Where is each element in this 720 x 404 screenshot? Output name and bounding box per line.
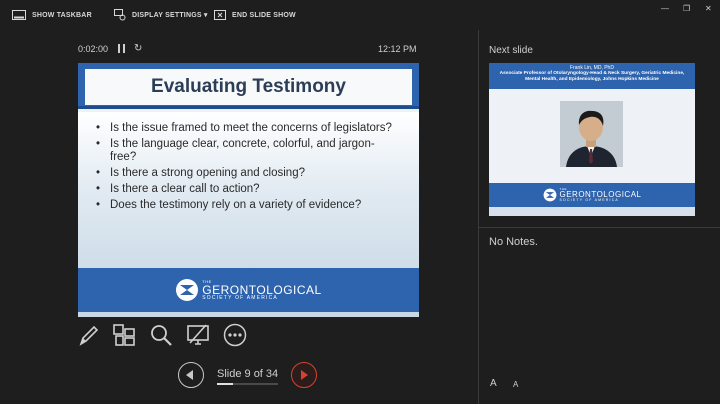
- pen-tool-button[interactable]: [77, 323, 101, 347]
- decrease-font-button[interactable]: A: [513, 380, 518, 389]
- speaker-notes: No Notes.: [489, 236, 538, 248]
- grid-icon: [113, 324, 135, 346]
- next-slide-logo-bar: THE GERONTOLOGICAL SOCIETY OF AMERICA: [489, 183, 695, 207]
- gsa-emblem-icon: [176, 279, 199, 301]
- minimize-button[interactable]: —: [661, 4, 669, 13]
- slide-progress-fill: [217, 383, 234, 385]
- elapsed-timer: 0:02:00: [78, 44, 109, 54]
- pen-icon: [79, 325, 99, 346]
- show-taskbar-label: SHOW TASKBAR: [32, 11, 92, 19]
- bullet-item: Is the language clear, concrete, colorfu…: [96, 138, 396, 164]
- taskbar-icon: [12, 10, 26, 20]
- slide-title: Evaluating Testimony: [85, 69, 412, 105]
- magnifier-icon: [151, 325, 172, 346]
- notes-divider: [479, 227, 720, 228]
- reset-timer-icon[interactable]: ↻: [134, 43, 142, 54]
- speaker-photo: [560, 101, 623, 167]
- bullet-item: Is there a clear call to action?: [96, 183, 396, 196]
- current-slide[interactable]: Evaluating Testimony Is the issue framed…: [78, 63, 419, 317]
- more-options-button[interactable]: [223, 323, 247, 347]
- gsa-logo-sub: SOCIETY OF AMERICA: [559, 197, 619, 202]
- ellipsis-icon: [223, 323, 247, 347]
- slide-body: Is the issue framed to meet the concerns…: [78, 112, 419, 268]
- next-slide-bottom-strip: [489, 207, 695, 216]
- panel-divider: [478, 30, 479, 404]
- slide-footer: THE GERONTOLOGICAL SOCIETY OF AMERICA: [78, 268, 419, 312]
- bullet-item: Is there a strong opening and closing?: [96, 167, 396, 180]
- end-slide-show-label: END SLIDE SHOW: [232, 11, 296, 19]
- speaker-title: Associate Professor of Otolaryngology-He…: [499, 71, 685, 82]
- close-button[interactable]: ✕: [705, 4, 712, 13]
- gsa-logo: THE GERONTOLOGICAL SOCIETY OF AMERICA: [175, 278, 321, 302]
- bullet-list: Is the issue framed to meet the concerns…: [96, 122, 396, 215]
- next-slide-preview[interactable]: Frank Lin, MD, PhD Associate Professor o…: [489, 63, 695, 216]
- end-slide-show-button[interactable]: END SLIDE SHOW: [214, 8, 296, 22]
- show-taskbar-button[interactable]: SHOW TASKBAR: [12, 8, 92, 22]
- restore-button[interactable]: ❐: [683, 4, 690, 13]
- next-slide-header: Frank Lin, MD, PhD Associate Professor o…: [489, 63, 695, 89]
- display-settings-button[interactable]: DISPLAY SETTINGS ▾: [114, 8, 208, 22]
- pause-timer-icon[interactable]: [118, 44, 126, 53]
- increase-font-button[interactable]: A: [490, 378, 497, 389]
- bullet-item: Is the issue framed to meet the concerns…: [96, 122, 396, 135]
- next-slide-button[interactable]: [291, 362, 317, 388]
- black-screen-button[interactable]: [186, 323, 210, 347]
- clock-time: 12:12 PM: [378, 44, 417, 54]
- speaker-photo-image: [560, 101, 623, 167]
- gsa-logo: THE GERONTOLOGICAL SOCIETY OF AMERICA: [543, 187, 642, 203]
- display-settings-label: DISPLAY SETTINGS ▾: [132, 12, 208, 19]
- display-settings-icon: [114, 9, 126, 21]
- next-slide-label: Next slide: [489, 45, 533, 56]
- slide-bottom-strip: [78, 312, 419, 317]
- slide-counter[interactable]: Slide 9 of 34: [217, 368, 278, 380]
- slide-title-bar: Evaluating Testimony: [78, 63, 419, 109]
- previous-slide-button[interactable]: [178, 362, 204, 388]
- zoom-into-slide-button[interactable]: [149, 323, 173, 347]
- slide-progress-bar: [217, 383, 278, 385]
- bullet-item: Does the testimony rely on a variety of …: [96, 199, 396, 212]
- see-all-slides-button[interactable]: [112, 323, 136, 347]
- gsa-emblem-icon: [543, 188, 556, 202]
- gsa-logo-main: GERONTOLOGICAL: [202, 282, 322, 297]
- screen-slash-icon: [187, 324, 209, 345]
- end-show-icon: [214, 10, 226, 20]
- top-toolbar: SHOW TASKBAR DISPLAY SETTINGS ▾ END SLID…: [0, 0, 720, 30]
